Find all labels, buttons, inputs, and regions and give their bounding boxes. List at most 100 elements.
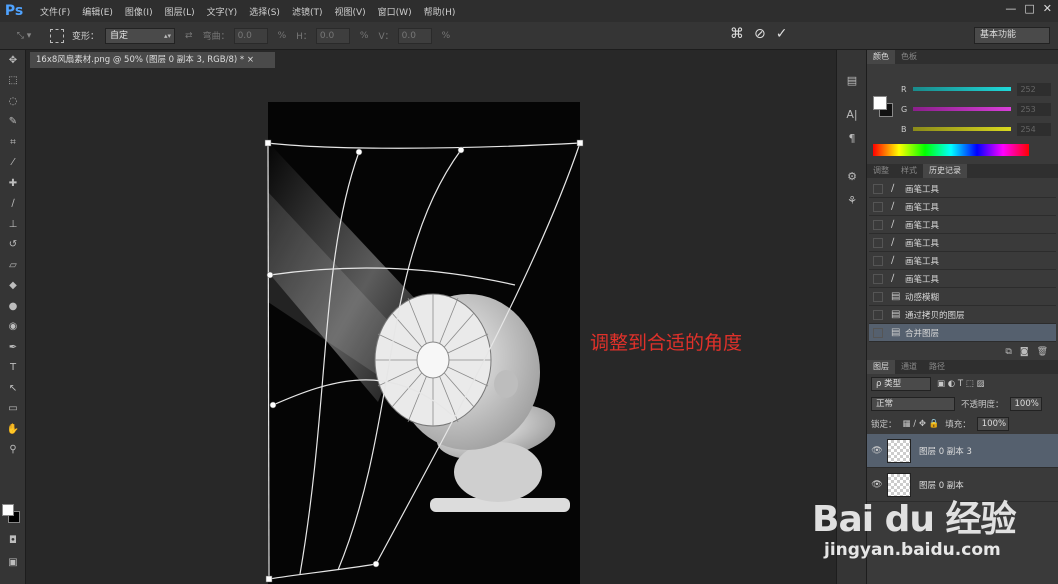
r-value[interactable]: 252 [1017, 82, 1051, 96]
history-item[interactable]: ∕ 画笔工具 [869, 234, 1056, 252]
history-item[interactable]: ▤ 动感模糊 [869, 288, 1056, 306]
pen-tool-icon[interactable]: ✒ [0, 337, 26, 358]
history-item[interactable]: ▤ 通过拷贝的图层 [869, 306, 1056, 324]
history-dock-icon[interactable]: ▤ [837, 68, 867, 92]
filter-icons[interactable]: ▣ ◐ T ⬚ ▨ [937, 379, 985, 389]
menu-layer[interactable]: 图层(L) [165, 5, 195, 18]
lasso-tool-icon[interactable]: ◌ [0, 91, 26, 112]
b-value[interactable]: 254 [1017, 122, 1051, 136]
zoom-tool-icon[interactable]: ⚲ [0, 440, 26, 461]
layer-kind-filter[interactable]: ρ 类型 [871, 377, 931, 391]
layer-row-selected[interactable]: 👁 图层 0 副本 3 [867, 434, 1058, 468]
paragraph-dock-icon[interactable]: ¶ [837, 126, 867, 150]
g-slider[interactable] [912, 107, 1012, 111]
eyedropper-tool-icon[interactable]: ⁄ [0, 153, 26, 174]
brush-presets-dock-icon[interactable]: ⚘ [837, 188, 867, 212]
shape-tool-icon[interactable]: ▭ [0, 399, 26, 420]
lock-icons[interactable]: ▦ ∕ ✥ 🔒 [903, 419, 940, 429]
history-item[interactable]: ∕ 画笔工具 [869, 252, 1056, 270]
stamp-tool-icon[interactable]: ⊥ [0, 214, 26, 235]
menu-filter[interactable]: 滤镜(T) [292, 5, 323, 18]
tab-swatches[interactable]: 色板 [895, 50, 923, 64]
marquee-tool-icon[interactable]: ⬚ [0, 71, 26, 92]
workspace-select[interactable]: 基本功能 [974, 27, 1050, 44]
commit-transform-icon[interactable]: ✓ [776, 26, 788, 42]
quick-select-tool-icon[interactable]: ✎ [0, 112, 26, 133]
color-fg-swatch[interactable] [873, 96, 887, 110]
eye-icon[interactable]: 👁 [867, 446, 887, 456]
opacity-field[interactable]: 100% [1009, 397, 1042, 411]
new-snapshot-icon[interactable]: ◙ [1020, 347, 1029, 357]
r-slider[interactable] [912, 87, 1012, 91]
orientation-icon[interactable]: ⇄ [185, 31, 193, 41]
puppet-icon[interactable]: ⌘ [730, 26, 744, 42]
history-checkbox[interactable] [873, 201, 883, 212]
path-select-tool-icon[interactable]: ↖ [0, 378, 26, 399]
history-item[interactable]: ∕ 画笔工具 [869, 198, 1056, 216]
cancel-transform-icon[interactable]: ⊘ [754, 26, 766, 42]
type-tool-icon[interactable]: T [0, 358, 26, 379]
screen-mode-icon[interactable]: ▣ [0, 552, 26, 573]
history-checkbox[interactable] [873, 183, 883, 194]
history-item-selected[interactable]: ▤ 合并图层 [869, 324, 1056, 342]
layers-panel-tabs: 图层 通道 路径 [867, 360, 1058, 374]
tab-layers[interactable]: 图层 [867, 360, 895, 374]
trash-icon[interactable]: 🗑 [1037, 347, 1048, 357]
tab-styles[interactable]: 样式 [895, 164, 923, 178]
menu-image[interactable]: 图像(I) [125, 5, 153, 18]
maximize-button[interactable]: □ [1024, 2, 1034, 15]
color-spectrum[interactable] [873, 144, 1029, 156]
eraser-tool-icon[interactable]: ▱ [0, 255, 26, 276]
healing-tool-icon[interactable]: ✚ [0, 173, 26, 194]
fill-field[interactable]: 100% [976, 417, 1009, 431]
crop-tool-icon[interactable]: ⌗ [0, 132, 26, 153]
tool-presets-dock-icon[interactable]: ⚙ [837, 164, 867, 188]
foreground-color-swatch[interactable] [2, 504, 14, 516]
h-distortion-field[interactable]: 0.0 [315, 27, 350, 44]
history-checkbox[interactable] [873, 327, 883, 338]
g-value[interactable]: 253 [1017, 102, 1051, 116]
history-checkbox[interactable] [873, 309, 883, 320]
history-item[interactable]: ∕ 画笔工具 [869, 180, 1056, 198]
menu-window[interactable]: 窗口(W) [378, 5, 412, 18]
history-item[interactable]: ∕ 画笔工具 [869, 216, 1056, 234]
tab-adjustments[interactable]: 调整 [867, 164, 895, 178]
dodge-tool-icon[interactable]: ◉ [0, 317, 26, 338]
eye-icon[interactable]: 👁 [867, 480, 887, 490]
tab-history[interactable]: 历史记录 [923, 164, 967, 178]
tab-channels[interactable]: 通道 [895, 360, 923, 374]
tab-paths[interactable]: 路径 [923, 360, 951, 374]
blend-mode-select[interactable]: 正常 [871, 397, 955, 411]
tab-color[interactable]: 颜色 [867, 50, 895, 64]
menu-type[interactable]: 文字(Y) [207, 5, 238, 18]
b-slider[interactable] [912, 127, 1012, 131]
minimize-button[interactable]: — [1005, 2, 1016, 15]
menu-file[interactable]: 文件(F) [40, 5, 70, 18]
document-image[interactable] [268, 102, 580, 584]
menu-edit[interactable]: 编辑(E) [82, 5, 113, 18]
character-dock-icon[interactable]: A| [837, 102, 867, 126]
close-button[interactable]: ✕ [1043, 2, 1052, 15]
history-checkbox[interactable] [873, 237, 883, 248]
brush-tool-icon[interactable]: ∕ [0, 194, 26, 215]
history-brush-tool-icon[interactable]: ↺ [0, 235, 26, 256]
history-checkbox[interactable] [873, 273, 883, 284]
tool-preset-picker[interactable]: ⤡ ▾ [4, 26, 44, 46]
menu-select[interactable]: 选择(S) [249, 5, 280, 18]
bend-field[interactable]: 0.0 [233, 27, 268, 44]
bucket-tool-icon[interactable]: ◆ [0, 276, 26, 297]
menu-view[interactable]: 视图(V) [334, 5, 365, 18]
quick-mask-icon[interactable]: ◘ [0, 530, 26, 551]
move-tool-icon[interactable]: ✥ [0, 50, 26, 71]
history-item[interactable]: ∕ 画笔工具 [869, 270, 1056, 288]
history-checkbox[interactable] [873, 255, 883, 266]
warp-style-select[interactable]: 自定 [105, 27, 176, 44]
hand-tool-icon[interactable]: ✋ [0, 419, 26, 440]
history-checkbox[interactable] [873, 291, 883, 302]
menu-help[interactable]: 帮助(H) [424, 5, 456, 18]
v-distortion-field[interactable]: 0.0 [397, 27, 432, 44]
document-tab[interactable]: 16x8风扇素材.png @ 50% (图层 0 副本 3, RGB/8) * … [30, 52, 275, 68]
new-document-from-state-icon[interactable]: ⧉ [1005, 347, 1011, 357]
blur-tool-icon[interactable]: ● [0, 296, 26, 317]
history-checkbox[interactable] [873, 219, 883, 230]
